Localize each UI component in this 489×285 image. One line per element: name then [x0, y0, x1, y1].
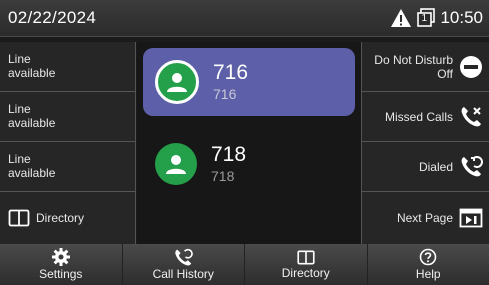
nav-help-label: Help — [415, 267, 441, 281]
nav-call-history-label: Call History — [152, 267, 214, 281]
book-icon — [8, 209, 30, 227]
avatar — [155, 143, 197, 185]
directory-key-label: Directory — [36, 211, 85, 225]
person-icon — [167, 73, 187, 92]
person-icon — [166, 155, 186, 174]
book-icon — [297, 250, 315, 264]
avatar — [155, 60, 199, 104]
date-label: 02/22/2024 — [8, 8, 97, 27]
nav-call-history[interactable]: Call History — [123, 244, 245, 285]
status-icons: 1 10:50 — [390, 8, 483, 28]
line-number: 718 — [211, 143, 247, 166]
line-list: 716 716 718 718 — [137, 42, 361, 244]
dnd-icon — [460, 55, 482, 78]
main-area: Line available Line available Line avail… — [0, 42, 489, 244]
line-card[interactable]: 718 718 — [143, 130, 355, 198]
right-softkeys: Do Not Disturb Off Missed Calls Dialed N… — [361, 42, 489, 244]
dnd-key-label: Do Not Disturb — [374, 52, 453, 67]
call-history-icon — [175, 248, 194, 266]
nav-directory[interactable]: Directory — [245, 244, 368, 285]
next-page-label: Next Page — [396, 211, 453, 225]
line-indicator-icon: 1 — [416, 8, 436, 28]
nav-directory-label: Directory — [281, 265, 330, 280]
line-key-label: Line — [8, 152, 31, 166]
warning-icon[interactable] — [390, 8, 412, 28]
line-key-label: Line — [8, 52, 31, 66]
dnd-key-status: Off — [437, 66, 453, 81]
line-key-status: available — [8, 66, 56, 80]
gear-icon — [51, 248, 70, 266]
line-key-status: available — [8, 166, 56, 180]
directory-key[interactable]: Directory — [0, 192, 136, 244]
next-page-icon — [459, 208, 483, 228]
line-extension: 718 — [211, 168, 235, 184]
next-page-key[interactable]: Next Page — [361, 192, 489, 244]
line-key-1[interactable]: Line available — [0, 42, 136, 92]
line-key-2[interactable]: Line available — [0, 92, 136, 142]
nav-help[interactable]: Help — [368, 244, 489, 285]
nav-settings[interactable]: Settings — [0, 244, 123, 285]
clock: 10:50 — [440, 8, 483, 27]
missed-call-icon — [461, 106, 481, 126]
left-softkeys: Line available Line available Line avail… — [0, 42, 136, 244]
dialed-label: Dialed — [418, 159, 453, 174]
status-bar: 02/22/2024 1 10:50 — [0, 0, 489, 37]
bottom-nav: Settings Call History Directory Help — [0, 244, 489, 285]
dialed-key[interactable]: Dialed — [361, 142, 489, 192]
missed-calls-key[interactable]: Missed Calls — [361, 92, 489, 142]
line-key-status: available — [8, 116, 56, 130]
missed-calls-label: Missed Calls — [384, 109, 453, 124]
help-icon — [419, 248, 437, 266]
line-indicator-number: 1 — [421, 13, 428, 24]
line-key-3[interactable]: Line available — [0, 142, 136, 192]
do-not-disturb-key[interactable]: Do Not Disturb Off — [361, 42, 489, 92]
line-key-label: Line — [8, 102, 31, 116]
dialed-call-icon — [461, 155, 483, 176]
nav-settings-label: Settings — [39, 267, 83, 281]
line-number: 716 — [213, 61, 249, 84]
line-card-selected[interactable]: 716 716 — [143, 48, 355, 116]
line-extension: 716 — [213, 86, 237, 102]
